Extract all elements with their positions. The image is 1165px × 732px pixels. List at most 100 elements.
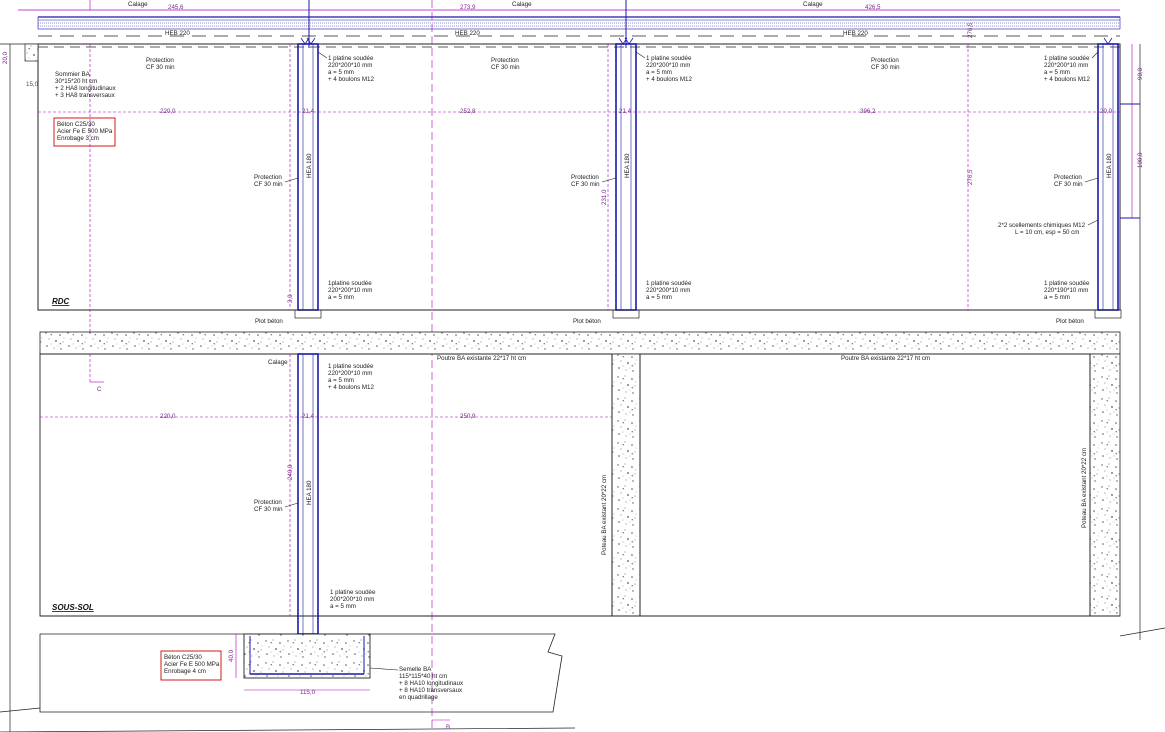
platine-1-l2: 220*200*10 mm: [328, 62, 372, 69]
sommier-note: Sommier BA 30*15*20 ht cm + 2 HA8 longit…: [55, 71, 117, 99]
poteau-existant-2: Poteau BA existant 20*22 cm: [1081, 448, 1088, 528]
poutre-existante-2: Poutre BA existante 22*17 ht cm: [841, 355, 930, 362]
rdc-dim-h2: 276,5: [967, 22, 974, 38]
platine-2-l4: + 4 boulons M12: [646, 76, 692, 83]
protection-ss-l1: Protection: [254, 499, 282, 506]
rdc-dim-s1: 3,0: [287, 294, 294, 303]
spec-box-bottom: Béton C25/30 Acier Fe E 500 MPa Enrobage…: [160, 650, 222, 681]
rdc-dim-v2: 100,0: [1137, 152, 1144, 168]
rdc-dim-h3: 231,0: [601, 189, 608, 205]
platine-1-l4: + 4 boulons M12: [328, 76, 374, 83]
platine-ss-top-l2: 220*200*10 mm: [328, 370, 372, 377]
plot-labels: Plot béton Plot béton Plot béton: [255, 318, 1084, 325]
calage-label-1: Calage: [128, 1, 148, 8]
protection-5-l1: Protection: [571, 174, 599, 181]
protection-3-l1: Protection: [871, 57, 899, 64]
platine-ss-bottom-l3: a = 5 mm: [330, 603, 356, 610]
top-dim-2: 273,9: [460, 4, 476, 11]
spec-bottom-l1: Béton C25/30: [164, 654, 202, 661]
section-marks: C B: [97, 386, 450, 731]
top-dim-3: 426,5: [865, 4, 881, 11]
ss-dim-h1: 240,0: [287, 464, 294, 480]
rdc-dim-v1: 90,0: [1137, 67, 1144, 80]
semelle-l2: 115*115*40 ht cm: [399, 673, 447, 680]
scellement-note: 2*2 scellements chimiques M12 L = 10 cm,…: [998, 219, 1099, 236]
protection-1-l1: Protection: [146, 57, 174, 64]
platine-top-notes: 1 platine soudée 220*200*10 mm a = 5 mm …: [317, 51, 1099, 83]
rdc-dim-6: 20,0: [1100, 108, 1113, 115]
protection-notes: Protection CF 30 min Protection CF 30 mi…: [146, 57, 1099, 188]
calage-label-2: Calage: [512, 1, 532, 8]
scellement-l2: L = 10 cm, esp = 50 cm: [1015, 229, 1079, 236]
rdc-columns: [294, 37, 1122, 319]
platine-3-l4: + 4 boulons M12: [1044, 76, 1090, 83]
protection-1-l2: CF 30 min: [146, 64, 175, 71]
sous-sol-annotations: Calage 1 platine soudée 220*200*10 mm a …: [254, 355, 1088, 610]
rdc-dim-5: 396,2: [860, 108, 876, 115]
structural-drawing: 245,6 273,9 426,5 Calage Calage Calage H…: [0, 0, 1165, 732]
calage-ss-label: Calage: [268, 359, 288, 366]
section-mark-c: C: [97, 386, 102, 393]
column-tag-ss: HEA 180: [306, 480, 313, 505]
ss-dim-2: 21,4: [302, 413, 315, 420]
platine-b1-l2: 220*200*10 mm: [328, 287, 372, 294]
poutre-existante-1: Poutre BA existante 22*17 ht cm: [437, 355, 526, 362]
spec-bottom-l3: Enrobage 4 cm: [164, 668, 206, 675]
spec-top-l2: Acier Fe E 500 MPa: [57, 128, 113, 135]
column-tag-2: HEA 180: [624, 153, 631, 178]
semelle-l4: + 8 HA10 transversaux: [399, 687, 463, 694]
semelle-l5: en quadrillage: [399, 694, 438, 701]
platine-3-l3: a = 5 mm: [1044, 69, 1070, 76]
platine-ss-top-l3: a = 5 mm: [328, 377, 354, 384]
protection-6-l2: CF 30 min: [1054, 181, 1083, 188]
platine-b3-l2: 220*190*10 mm: [1044, 287, 1088, 294]
protection-5-l2: CF 30 min: [571, 181, 600, 188]
heb-label-mid: HEB 220: [455, 30, 480, 37]
rdc-dim-4: 21,4: [619, 108, 632, 115]
sommier-l2: 30*15*20 ht cm: [55, 78, 97, 85]
rdc-dim-h-left: 20,0: [2, 51, 9, 64]
platine-ss-top-l1: 1 platine soudée: [328, 363, 374, 370]
heb-label-right: HEB 220: [843, 30, 868, 37]
semelle-l3: + 8 HA10 longitudinaux: [399, 680, 464, 687]
spec-box-top: Béton C25/30 Acier Fe E 500 MPa Enrobage…: [53, 117, 116, 147]
platine-b2-l2: 220*200*10 mm: [646, 287, 690, 294]
calage-label-3: Calage: [803, 1, 823, 8]
rdc-dim-h1: 276,5: [967, 169, 974, 185]
spec-top-l1: Béton C25/30: [57, 121, 95, 128]
rdc-dim-3: 252,8: [460, 108, 476, 115]
platine-2-l3: a = 5 mm: [646, 69, 672, 76]
platine-b1-l3: a = 5 mm: [328, 294, 354, 301]
platine-3-l2: 220*200*10 mm: [1044, 62, 1088, 69]
column-sous-sol: HEA 180: [297, 353, 319, 635]
platine-2-l1: 1 platine soudée: [646, 55, 692, 62]
platine-ss-top-l4: + 4 boulons M12: [328, 384, 374, 391]
platine-ss-bottom-l2: 200*200*10 mm: [330, 596, 374, 603]
sommier-l3: + 2 HA8 longitudinaux: [55, 85, 117, 92]
platine-b2-l3: a = 5 mm: [646, 294, 672, 301]
rdc-dim-w-left: 15,0: [26, 81, 39, 88]
ss-dim-3: 250,9: [460, 413, 476, 420]
sommier-l4: + 3 HA8 transversaux: [55, 92, 116, 99]
protection-3-l2: CF 30 min: [871, 64, 900, 71]
protection-2-l1: Protection: [491, 57, 519, 64]
heb-label-left: HEB 220: [165, 30, 190, 37]
poteau-existant-1: Poteau BA existant 20*22 cm: [601, 475, 608, 555]
sommier-l1: Sommier BA: [55, 71, 91, 78]
rdc-dim-2: 21,4: [302, 108, 315, 115]
foundation: 115,0 40,0: [0, 633, 576, 732]
platine-b3-l3: a = 5 mm: [1044, 294, 1070, 301]
platine-2-l2: 220*200*10 mm: [646, 62, 690, 69]
spec-bottom-l2: Acier Fe E 500 MPa: [164, 661, 220, 668]
foundation-height-dim: 40,0: [228, 649, 235, 662]
plot-label-3: Plot béton: [1056, 318, 1084, 325]
protection-6-l1: Protection: [1054, 174, 1082, 181]
protection-4-l1: Protection: [254, 174, 282, 181]
column-tags-rdc: HEA 180 HEA 180 HEA 180: [306, 153, 1113, 178]
column-tag-3: HEA 180: [1106, 153, 1113, 178]
semelle-note: Semelle BA 115*115*40 ht cm + 8 HA10 lon…: [399, 666, 464, 701]
protection-4-l2: CF 30 min: [254, 181, 283, 188]
plot-label-1: Plot béton: [255, 318, 283, 325]
column-tag-1: HEA 180: [306, 153, 313, 178]
plot-label-2: Plot béton: [573, 318, 601, 325]
